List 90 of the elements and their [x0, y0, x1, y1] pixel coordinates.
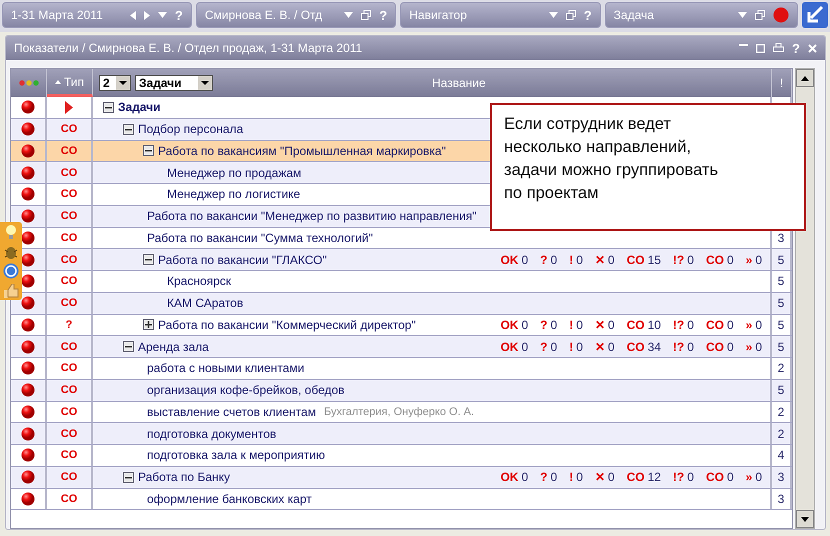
- status-count: CO 15: [626, 252, 661, 267]
- type-code: CO: [60, 362, 78, 374]
- status-count: ! 0: [569, 318, 583, 332]
- task-count: 2: [778, 426, 784, 441]
- task-count: 2: [778, 404, 784, 419]
- status-count: ! 0: [569, 252, 583, 267]
- status-count: CO 34: [626, 340, 661, 354]
- task-name: Красноярск: [167, 274, 232, 288]
- task-count: 5: [778, 340, 784, 354]
- panel-label: Задача: [614, 8, 655, 22]
- task-count: 5: [778, 274, 784, 288]
- status-count: CO 0: [706, 252, 734, 267]
- type-code: CO: [60, 384, 78, 396]
- task-name: Работа по Банку: [138, 470, 230, 484]
- task-count: 2: [778, 361, 784, 376]
- task-name: Работа по вакансиям "Промышленная маркировка": [158, 144, 446, 158]
- task-count: 5: [778, 383, 784, 398]
- status-count: ? 0: [540, 470, 558, 484]
- panel-label: Смирнова Е. В. / Отд: [204, 8, 324, 22]
- type-code: CO: [60, 188, 78, 200]
- status-count: ✕ 0: [594, 318, 615, 332]
- status-count: OK 0: [500, 470, 528, 484]
- task-count: 4: [778, 448, 784, 462]
- type-code: CO: [60, 340, 78, 353]
- task-name: Подбор персонала: [138, 122, 244, 136]
- status-count: ? 0: [540, 252, 558, 267]
- column-header: Название: [432, 76, 486, 90]
- type-code: CO: [60, 210, 78, 222]
- status-count: OK 0: [500, 252, 528, 267]
- type-code: CO: [60, 232, 78, 244]
- status-count: ✕ 0: [594, 252, 615, 267]
- task-name: Менеджер по продажам: [167, 166, 302, 180]
- type-code: CO: [60, 428, 78, 440]
- task-count: 3: [778, 470, 784, 484]
- task-name: Менеджер по логистике: [167, 187, 300, 202]
- task-name: Задачи: [118, 100, 161, 114]
- status-count: !? 0: [672, 318, 694, 332]
- panel-label: 1-31 Марта 2011: [11, 8, 104, 22]
- type-code: CO: [60, 471, 78, 484]
- type-code: CO: [60, 144, 78, 157]
- task-name: Аренда зала: [138, 340, 209, 354]
- status-count: » 0: [746, 470, 762, 484]
- task-name: Работа по вакансии "ГЛАКСО": [158, 252, 327, 267]
- task-name: оформление банковских карт: [147, 492, 312, 506]
- status-count: » 0: [746, 318, 762, 332]
- status-count: ! 0: [569, 470, 583, 484]
- task-count: 5: [778, 252, 784, 267]
- status-count: CO 12: [626, 470, 661, 484]
- status-count: !? 0: [672, 340, 694, 354]
- type-code: CO: [60, 492, 78, 505]
- status-count: CO 0: [706, 340, 734, 354]
- status-count: ! 0: [569, 340, 583, 354]
- type-code: CO: [60, 254, 78, 266]
- type-code: CO: [60, 275, 78, 288]
- task-count: 3: [778, 492, 784, 506]
- status-count: CO 10: [626, 318, 661, 332]
- panel-label: Навигатор: [409, 8, 468, 22]
- task-name: КАМ САратов: [167, 296, 244, 310]
- status-count: OK 0: [500, 318, 528, 332]
- type-code: CO: [60, 406, 78, 418]
- status-count: CO 0: [706, 318, 734, 332]
- status-count: CO 0: [706, 470, 734, 484]
- type-code: CO: [60, 166, 78, 179]
- task-count: 5: [778, 318, 784, 332]
- status-count: ✕ 0: [594, 470, 615, 484]
- task-count: 5: [778, 296, 784, 310]
- task-name: работа с новыми клиентами: [147, 361, 304, 376]
- task-name: организация кофе-брейков, обедов: [147, 383, 345, 398]
- task-name: подготовка зала к мероприятию: [147, 448, 325, 462]
- column-label: Тип: [64, 74, 84, 88]
- status-count: !? 0: [672, 470, 694, 484]
- task-name: Работа по вакансии "Менеджер по развитию направления": [147, 209, 477, 224]
- task-count: 3: [778, 230, 784, 245]
- type-code: CO: [60, 123, 78, 136]
- task-name: Работа по вакансии "Коммерческий директор": [158, 318, 416, 332]
- status-count: » 0: [746, 340, 762, 354]
- task-name: выставление счетов клиентам: [147, 404, 316, 419]
- window-title: Показатели / Смирнова Е. В. / Отдел продаж, 1-31 Марта 2011: [14, 41, 364, 55]
- type-code: CO: [60, 449, 78, 462]
- task-name: Работа по вакансии "Сумма технологий": [147, 230, 373, 245]
- type-code: CO: [60, 297, 78, 310]
- status-count: !? 0: [672, 252, 694, 267]
- status-count: ✕ 0: [594, 340, 615, 354]
- type-code: ?: [66, 318, 72, 331]
- task-name: подготовка документов: [147, 426, 276, 441]
- task-assignee: Бухгалтерия, Онуферко О. А.: [324, 406, 474, 418]
- status-count: OK 0: [500, 340, 528, 354]
- status-count: » 0: [746, 252, 762, 267]
- status-count: ? 0: [540, 340, 558, 354]
- status-count: ? 0: [540, 318, 558, 332]
